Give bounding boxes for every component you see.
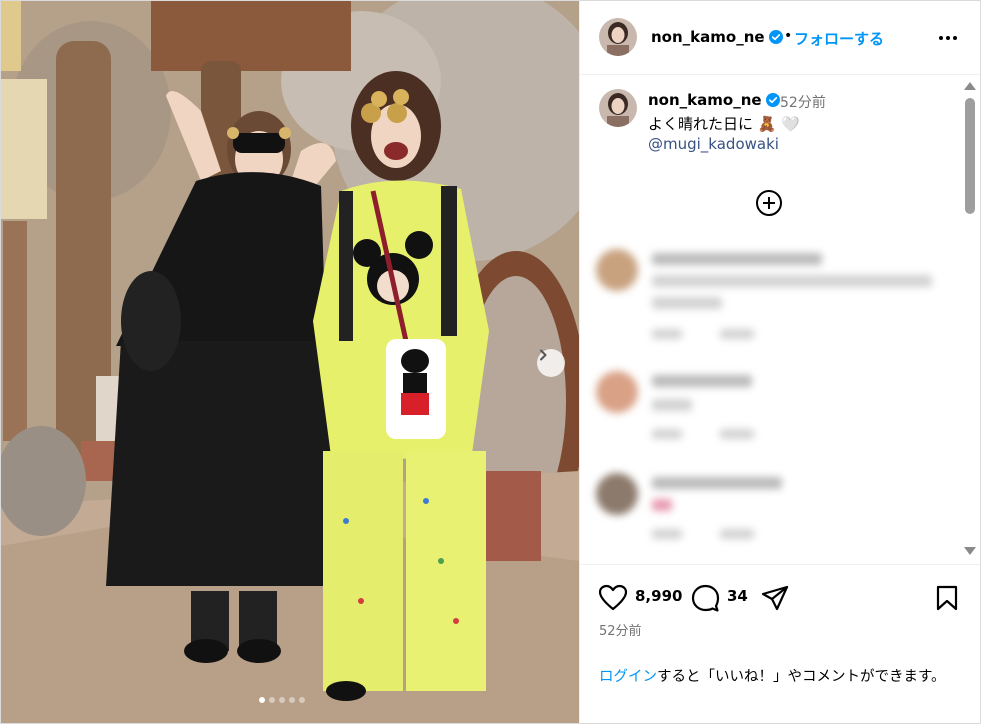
login-prompt-text: すると「いいね！」やコメントができます。 xyxy=(657,669,946,685)
post-header: non_kamo_ne • フォローする xyxy=(580,1,980,75)
post-photo xyxy=(1,1,579,723)
scroll-down-arrow[interactable] xyxy=(964,547,976,555)
carousel-dot-1 xyxy=(259,697,265,703)
caption-username[interactable]: non_kamo_ne xyxy=(648,91,780,109)
chevron-right-icon xyxy=(540,349,547,361)
comment-line xyxy=(652,253,822,265)
instagram-post-window: non_kamo_ne • フォローする non_kamo_ne 52分前 よく… xyxy=(0,0,981,724)
header-separator: • xyxy=(784,28,793,44)
comments-scrollbar[interactable] xyxy=(961,78,979,562)
bookmark-icon[interactable] xyxy=(934,584,960,612)
carousel-dot-4 xyxy=(289,697,295,703)
actions-divider xyxy=(580,564,980,565)
heart-icon[interactable] xyxy=(598,584,628,612)
add-comment-icon[interactable] xyxy=(754,188,784,218)
share-icon[interactable] xyxy=(760,584,790,612)
header-username[interactable]: non_kamo_ne xyxy=(651,28,783,46)
photo-illustration xyxy=(1,1,579,723)
author-avatar[interactable] xyxy=(599,18,637,56)
carousel-dot-2 xyxy=(269,697,275,703)
avatar-image xyxy=(599,18,637,56)
comment-line xyxy=(652,499,672,511)
comment-line xyxy=(652,297,722,309)
caption-time: 52分前 xyxy=(780,95,826,111)
comment-meta xyxy=(652,329,682,339)
comment-icon[interactable] xyxy=(690,584,720,612)
carousel-dot-3 xyxy=(279,697,285,703)
comment-line xyxy=(652,477,782,489)
login-prompt: ログインすると「いいね！」やコメントができます。 xyxy=(599,667,969,688)
post-timestamp: 52分前 xyxy=(599,624,642,639)
comment-meta xyxy=(720,329,754,339)
comment-line xyxy=(652,275,932,287)
login-link[interactable]: ログイン xyxy=(599,669,657,685)
comment-line xyxy=(652,399,692,411)
comment-meta xyxy=(652,529,682,539)
post-side-panel: non_kamo_ne • フォローする non_kamo_ne 52分前 よく… xyxy=(579,1,980,723)
like-count: 8,990 xyxy=(635,587,683,605)
scrollbar-thumb[interactable] xyxy=(965,98,975,214)
comment-count: 34 xyxy=(727,587,748,605)
comment-avatar xyxy=(596,473,638,515)
header-username-text[interactable]: non_kamo_ne xyxy=(651,28,765,46)
comment-avatar xyxy=(596,371,638,413)
scroll-up-arrow[interactable] xyxy=(964,82,976,90)
caption-text: よく晴れた日に 🧸 🤍 xyxy=(648,115,800,133)
comment-avatar xyxy=(596,249,638,291)
comment-meta xyxy=(720,529,754,539)
avatar-image xyxy=(599,89,637,127)
caption-mention-link[interactable]: @mugi_kadowaki xyxy=(648,135,779,153)
comment-meta xyxy=(652,429,682,439)
follow-button[interactable]: フォローする xyxy=(794,28,884,49)
comment-meta xyxy=(720,429,754,439)
next-slide-button[interactable] xyxy=(537,349,565,377)
comment-line xyxy=(652,375,752,387)
more-options-icon[interactable] xyxy=(936,26,960,50)
verified-badge-icon xyxy=(765,93,780,107)
carousel-indicator xyxy=(259,697,305,703)
verified-badge-icon xyxy=(768,30,783,44)
carousel-dot-5 xyxy=(299,697,305,703)
caption-username-text[interactable]: non_kamo_ne xyxy=(648,91,762,109)
caption-author-avatar[interactable] xyxy=(599,89,637,127)
